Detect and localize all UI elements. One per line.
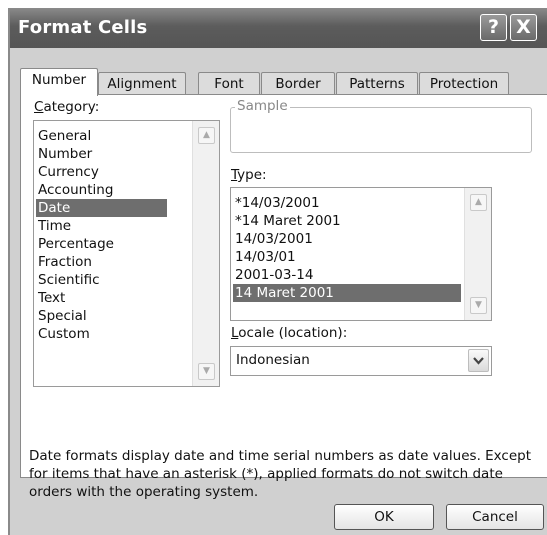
category-item-custom[interactable]: Custom	[36, 325, 90, 343]
chevron-down-icon[interactable]	[468, 349, 489, 372]
category-item-special[interactable]: Special	[36, 307, 87, 325]
category-list[interactable]: General Number Currency Accounting Date …	[33, 120, 220, 387]
tab-number[interactable]: Number	[20, 68, 98, 96]
tab-panel-number: Category: General Number Currency Accoun…	[20, 94, 547, 500]
sample-label: Sample	[235, 98, 290, 114]
category-item-scientific[interactable]: Scientific	[36, 271, 100, 289]
category-item-text[interactable]: Text	[36, 289, 65, 307]
locale-select[interactable]: Indonesian	[230, 346, 492, 376]
type-list[interactable]: *14/03/2001 *14 Maret 2001 14/03/2001 14…	[230, 187, 492, 321]
locale-label: Locale (location):	[231, 325, 348, 341]
type-item[interactable]: *14 Maret 2001	[233, 212, 341, 230]
category-item-number[interactable]: Number	[36, 145, 92, 163]
scroll-up-icon[interactable]: ▲	[470, 194, 487, 211]
ok-button[interactable]: OK	[334, 504, 434, 530]
category-item-time[interactable]: Time	[36, 217, 71, 235]
category-label: Category:	[34, 99, 100, 115]
scroll-up-icon[interactable]: ▲	[198, 127, 215, 144]
dialog-title: Format Cells	[18, 17, 148, 38]
help-button[interactable]: ?	[480, 14, 507, 41]
type-item[interactable]: *14/03/2001	[233, 194, 320, 212]
title-bar[interactable]: Format Cells ? X	[10, 8, 547, 48]
locale-value: Indonesian	[236, 352, 310, 368]
tab-protection[interactable]: Protection	[419, 72, 509, 95]
type-item[interactable]: 14/03/2001	[233, 230, 313, 248]
format-cells-dialog: Format Cells ? X Number Alignment Font B…	[8, 8, 547, 535]
tab-font[interactable]: Font	[198, 72, 260, 95]
category-scrollbar[interactable]: ▲ ▼	[192, 121, 219, 386]
category-item-percentage[interactable]: Percentage	[36, 235, 114, 253]
scroll-down-icon[interactable]: ▼	[470, 297, 487, 314]
category-item-general[interactable]: General	[36, 127, 91, 145]
scroll-down-icon[interactable]: ▼	[198, 363, 215, 380]
cancel-button[interactable]: Cancel	[446, 504, 544, 530]
type-label: Type:	[231, 167, 267, 183]
tab-patterns[interactable]: Patterns	[336, 72, 418, 95]
category-item-date[interactable]: Date	[36, 199, 167, 217]
dialog-body: Number Alignment Font Border Patterns Pr…	[10, 48, 547, 535]
category-description: Date formats display date and time seria…	[29, 448, 532, 500]
tab-border[interactable]: Border	[261, 72, 335, 95]
category-item-accounting[interactable]: Accounting	[36, 181, 113, 199]
type-item-selected[interactable]: 14 Maret 2001	[233, 284, 461, 302]
category-item-fraction[interactable]: Fraction	[36, 253, 92, 271]
type-item[interactable]: 14/03/01	[233, 248, 296, 266]
type-item[interactable]: 2001-03-14	[233, 266, 313, 284]
close-button[interactable]: X	[510, 14, 537, 41]
sample-group: Sample	[230, 98, 532, 153]
category-item-currency[interactable]: Currency	[36, 163, 99, 181]
tab-alignment[interactable]: Alignment	[98, 72, 186, 95]
type-scrollbar[interactable]: ▲ ▼	[464, 188, 491, 320]
